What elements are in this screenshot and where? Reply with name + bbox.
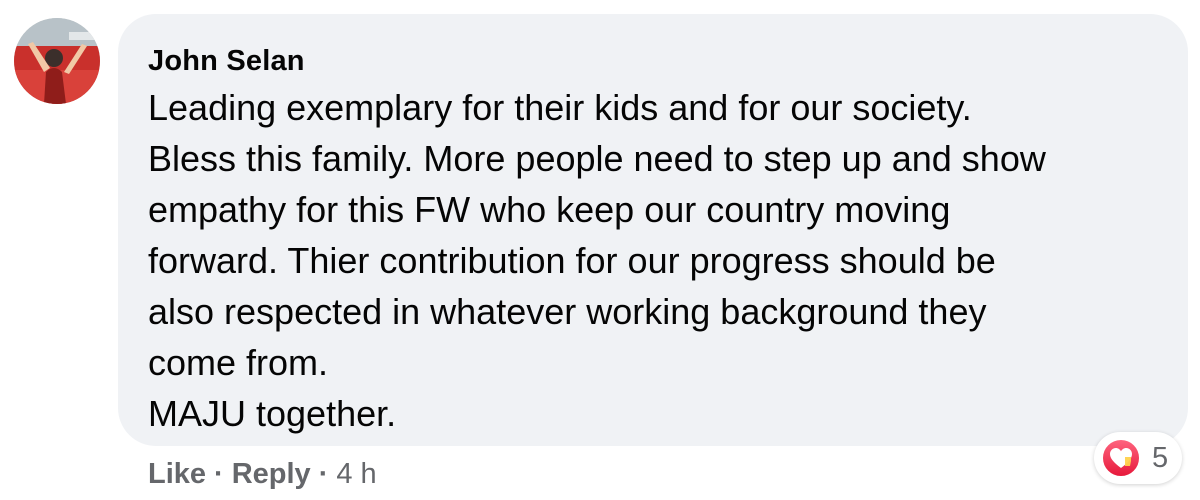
comment-bubble: John Selan Leading exemplary for their k…: [118, 14, 1188, 446]
love-reaction-icon: [1101, 438, 1141, 478]
comment-text: Leading exemplary for their kids and for…: [148, 87, 1046, 434]
comment-author[interactable]: John Selan: [148, 42, 1158, 80]
action-separator: ·: [318, 458, 329, 490]
reply-button[interactable]: Reply: [232, 458, 311, 491]
reactions-badge[interactable]: 5: [1094, 432, 1183, 484]
action-separator: ·: [214, 458, 224, 490]
reaction-count: 5: [1152, 441, 1169, 474]
avatar[interactable]: [14, 18, 100, 104]
comment-timestamp[interactable]: 4 h: [336, 458, 376, 491]
comment-actions: Like · Reply · 4 h: [148, 458, 377, 491]
avatar-photo: [14, 18, 100, 104]
like-button[interactable]: Like: [148, 458, 206, 491]
comment-container: John Selan Leading exemplary for their k…: [0, 0, 1200, 500]
